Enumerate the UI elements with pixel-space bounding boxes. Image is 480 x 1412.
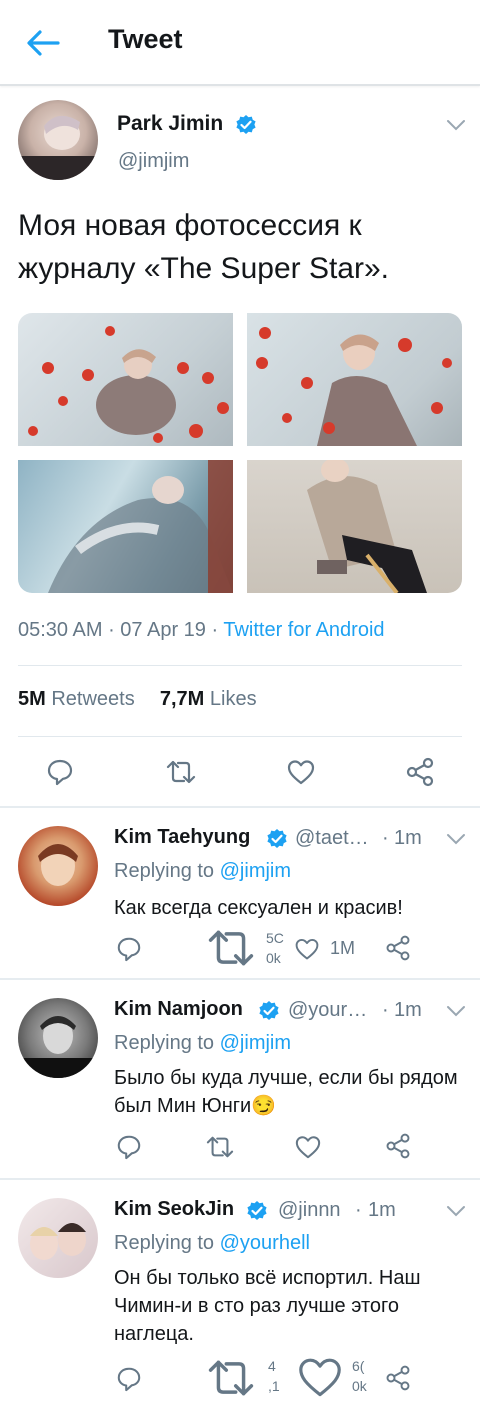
heart-icon[interactable]	[294, 1134, 322, 1160]
reply-time: 1m	[394, 999, 422, 1021]
likes-label: Likes	[209, 688, 257, 710]
reply-author-handle: @taet…	[295, 827, 369, 849]
reply-separator: ·	[382, 827, 389, 849]
reply-time: 1m	[368, 1199, 396, 1221]
reply-icon[interactable]	[46, 758, 74, 786]
tweet-actions	[0, 754, 480, 794]
retweets-stat[interactable]: 5M Retweets	[18, 688, 135, 710]
reply-author-name[interactable]: Kim Taehyung	[114, 826, 250, 849]
author-name[interactable]: Park Jimin	[117, 112, 223, 136]
arrow-left-icon[interactable]	[22, 26, 62, 60]
photo-1[interactable]	[18, 313, 233, 446]
page-title: Tweet	[108, 24, 183, 54]
avatar-photo	[18, 115, 98, 180]
retweet-icon[interactable]	[204, 926, 258, 970]
tweet-source-link[interactable]: Twitter for Android	[223, 619, 384, 641]
retweets-label: Retweets	[51, 688, 135, 710]
likes-count: 7,7M	[159, 688, 205, 710]
heart-icon[interactable]	[294, 936, 320, 962]
tweet-meta: 05:30 AM · 07 Apr 19 · Twitter for Andro…	[18, 619, 385, 642]
top-bar: Tweet	[0, 0, 480, 86]
avatar[interactable]	[18, 100, 98, 180]
reply-time: 1m	[394, 827, 422, 849]
avatar[interactable]	[18, 826, 98, 906]
reply-text: Как всегда сексуален и красив!	[114, 897, 403, 919]
avatar[interactable]	[18, 1198, 98, 1278]
reply-separator: ·	[355, 1199, 362, 1221]
reply-like-count: 1M	[330, 938, 356, 958]
replying-label: Replying to	[114, 1032, 215, 1054]
tweet-text: Моя новая фотосессия к журналу «The Supe…	[18, 209, 389, 285]
share-icon[interactable]	[384, 1132, 412, 1160]
tweet-time: 05:30 AM	[18, 619, 103, 641]
verified-badge-icon	[247, 1201, 267, 1220]
photo-3[interactable]	[18, 460, 233, 593]
chevron-down-icon[interactable]	[446, 1004, 466, 1018]
reply-retweet-count: 4 ,1	[268, 1358, 280, 1394]
reply-icon[interactable]	[116, 1366, 142, 1392]
replying-to: Replying to @jimjim	[114, 1032, 291, 1055]
reply-author-handle: @your…	[288, 999, 368, 1021]
heart-icon[interactable]	[296, 1354, 344, 1400]
heart-icon[interactable]	[286, 758, 316, 786]
verified-badge-icon	[236, 115, 256, 134]
share-icon[interactable]	[404, 756, 436, 788]
reply-retweet-count: 5C 0k	[266, 930, 284, 966]
retweets-count: 5M	[18, 688, 46, 710]
reply-author-name[interactable]: Kim SeokJin	[114, 1198, 234, 1221]
share-icon[interactable]	[384, 1364, 412, 1392]
replying-to: Replying to @yourhell	[114, 1232, 310, 1255]
share-icon[interactable]	[384, 934, 412, 962]
reply-author-name[interactable]: Kim Namjoon	[114, 998, 243, 1021]
reply-icon[interactable]	[116, 936, 142, 962]
chevron-down-icon[interactable]	[446, 832, 466, 846]
chevron-down-icon[interactable]	[446, 118, 466, 132]
reply-icon[interactable]	[116, 1134, 142, 1160]
reply-author-handle: @jinnn	[278, 1199, 341, 1221]
photo-4[interactable]	[247, 460, 462, 593]
verified-badge-icon	[267, 829, 287, 848]
separator: ·	[108, 619, 121, 641]
reply-item[interactable]: Kim Taehyung @taet… · 1m Replying to @ji…	[0, 808, 480, 980]
chevron-down-icon[interactable]	[446, 1204, 466, 1218]
divider	[18, 665, 462, 666]
main-tweet: Park Jimin @jimjim Моя новая фотосессия …	[0, 86, 480, 808]
retweet-icon[interactable]	[164, 758, 198, 786]
retweet-icon[interactable]	[204, 1134, 236, 1160]
tweet-date: 07 Apr 19	[120, 619, 206, 641]
reply-item[interactable]: Kim Namjoon @your… · 1m Replying to @jim…	[0, 980, 480, 1180]
photo-2[interactable]	[247, 313, 462, 446]
retweet-icon[interactable]	[204, 1356, 258, 1400]
reply-text: Было бы куда лучше, если бы рядом был Ми…	[114, 1067, 458, 1117]
replying-to-handle[interactable]: @jimjim	[220, 1032, 291, 1054]
replying-label: Replying to	[114, 860, 215, 882]
reply-text: Он бы только всё испортил. Наш Чимин-и в…	[114, 1267, 421, 1345]
avatar[interactable]	[18, 998, 98, 1078]
replying-label: Replying to	[114, 1232, 215, 1254]
replying-to-handle[interactable]: @yourhell	[220, 1232, 310, 1254]
media-grid	[18, 313, 462, 593]
separator: ·	[211, 619, 224, 641]
replying-to: Replying to @jimjim	[114, 860, 291, 883]
divider	[18, 736, 462, 737]
verified-badge-icon	[259, 1001, 279, 1020]
tweet-stats: 5M Retweets 7,7M Likes	[18, 688, 257, 711]
likes-stat[interactable]: 7,7M Likes	[160, 688, 257, 710]
reply-item[interactable]: Kim SeokJin @jinnn · 1m Replying to @you…	[0, 1180, 480, 1412]
reply-like-count: 6( 0k	[352, 1358, 367, 1394]
replying-to-handle[interactable]: @jimjim	[220, 860, 291, 882]
author-handle: @jimjim	[118, 150, 190, 172]
reply-separator: ·	[382, 999, 389, 1021]
